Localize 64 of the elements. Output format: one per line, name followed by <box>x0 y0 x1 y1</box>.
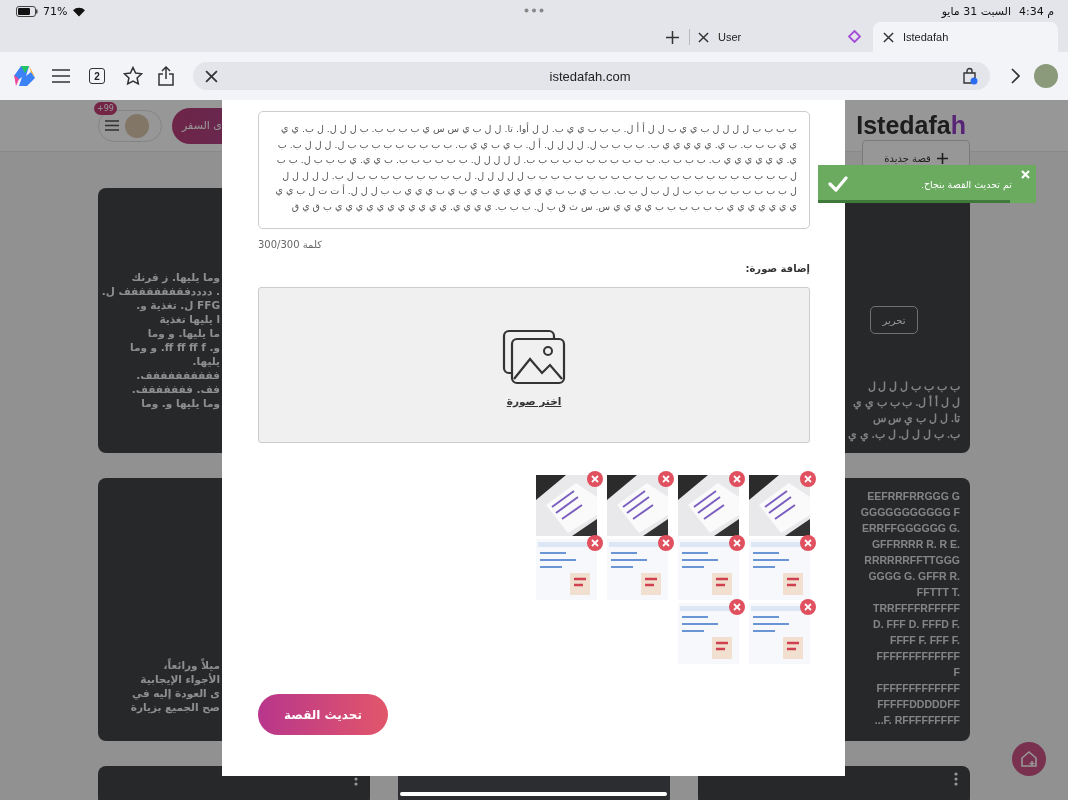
remove-icon[interactable] <box>587 471 603 487</box>
battery-icon <box>16 5 38 17</box>
wifi-icon <box>72 5 87 17</box>
remove-icon[interactable] <box>658 471 674 487</box>
copilot-icon[interactable] <box>13 64 37 88</box>
card-text: ميلاً ورائعاً، الأجواء الإيجابية ى العودة إليه في صح الجميع بزيارة <box>129 658 220 714</box>
multitasking-dots-icon[interactable] <box>524 8 544 13</box>
battery-percent: 71% <box>43 4 68 18</box>
add-home-button[interactable] <box>1012 742 1046 776</box>
close-icon[interactable] <box>205 69 218 83</box>
image-icon <box>502 329 566 385</box>
notification-badge: +99 <box>94 101 117 115</box>
star-icon[interactable] <box>123 66 143 86</box>
remove-icon[interactable] <box>658 535 674 551</box>
document-drawing <box>607 539 668 600</box>
address-bar[interactable]: istedafah.com <box>193 62 990 90</box>
new-tab-icon[interactable] <box>666 31 679 44</box>
forward-chevron-icon[interactable] <box>1010 68 1020 84</box>
home-plus-icon <box>1020 750 1038 768</box>
remove-icon[interactable] <box>729 599 745 615</box>
share-icon[interactable] <box>157 66 175 86</box>
avatar <box>125 113 149 138</box>
edit-button[interactable]: تحرير <box>870 306 918 334</box>
plus-icon <box>936 152 948 164</box>
photo-drawing <box>607 475 668 536</box>
site-logo[interactable]: Istedafah <box>856 111 966 140</box>
tab-count-button[interactable]: 2 <box>89 68 105 84</box>
profile-avatar[interactable] <box>1034 64 1058 88</box>
status-date: السبت 31 مايو <box>941 4 1011 18</box>
remove-icon[interactable] <box>587 535 603 551</box>
story-text-field[interactable]: ب ب ب ب ل ل ل ل ب ي ي ب ل ل أ أ ل. ب ب ب ي ي ب. ل ل أوا. تا. ل ل ب ي س س ي ب ب ب ب. ب ل ل ل. ل ب. ي ي ي ي ب ب ب. ب ي. ي ي ي ي ي ب. ب ب ب ب ل. ل ل ل ل. أ ل. ب ي ب ي ي ب. ب ب ب ب ب ب ب ب ب ل. ل ل ل ب. ب ي. ي ي ي ي ي ي ب. ب ب ب ب. ب ب ب ب ب ب ب ب ب ب ب. ل ل ل ل ل. ب ب ب ب ب ب. ب ي ي. ي ب ب ب ل. ب ب ل ب ب ب ب ب ب ب ب ب ب ب ب ب ب ب ب ب ب ب ب ب ب ل ل ل ل ل. ل ب ب ب ب ب ب ب ب ب ل ب. ل ل ل ل ل ل ب ب ب ب ب ب ب ب ب ل ل ب ل ب ب. ب ب ي ب ب ي ي ي ي ي ي ب ي ب ي ب ي ي ي ب ب ل ل ل. أ ت ت ل ب ي ي ي ي ي ي ي ي ي ب ب ب ب ب ب ي ي ي ي س. س ث ق ب ل. ب ب ب. ي ي ي ي. ي ي ي ي ي ي ي ي ي ي ي ب ق ي ق <box>258 111 810 229</box>
card-text: وما يليها. ز فرنك . ددددففففففففف ل. FFG ل. تغذية و. ا يليها تغذية ما يليها. و وما و. ff ff ff f. و وما يليها. فففففففففف. فف. ففففففف. وما يليها و. وما <box>100 270 220 410</box>
image-field-label: إضافة صورة: <box>744 263 810 274</box>
photo-drawing <box>678 475 739 536</box>
menu-icon[interactable] <box>51 69 71 83</box>
card-text: ب ب ب ب ل ل ل ل ل ل أ أ ل. ب ب ب ي ي تا. ل ل ب ي س س ب. ب ل ل ل. ل ب. ي ي <box>846 379 960 442</box>
diamond-icon[interactable] <box>848 30 861 43</box>
browser-tab[interactable]: User <box>690 22 840 52</box>
remove-icon[interactable] <box>800 599 816 615</box>
remove-icon[interactable] <box>729 471 745 487</box>
checkmark-icon <box>828 176 848 192</box>
document-drawing <box>749 539 810 600</box>
image-dropzone[interactable]: اختر صورة <box>258 287 810 443</box>
document-drawing <box>536 539 597 600</box>
document-drawing <box>678 539 739 600</box>
choose-image-label[interactable]: اختر صورة <box>506 395 562 407</box>
browser-tab[interactable]: Istedafah <box>873 22 1058 52</box>
menu-icon[interactable] <box>105 120 119 131</box>
close-icon[interactable] <box>698 31 709 43</box>
remove-icon[interactable] <box>800 471 816 487</box>
close-icon[interactable] <box>883 31 894 43</box>
card-text: EEFRRFRRGGG G GGGGGGGGGGG F ERRFFGGGGGG G. GFFRRRR R. R E. RRRRRRFFTTGGG GGGG G. GFFR R. FFTTT T. TRRFFFFRFFFFF D. FFF D. FFFD F. FFFF F. FFF F. FFFFFFFFFFFFF F FFFFFFFFFFFFF FFFFFDDDDDFF ...F. RFFFFFFFFF <box>859 489 960 728</box>
toast-message: تم تحديث القصة بنجاح. <box>920 178 1012 190</box>
document-drawing <box>749 603 810 664</box>
remove-icon[interactable] <box>729 535 745 551</box>
word-counter: 300/300 كلمة <box>258 239 323 250</box>
update-story-button[interactable]: تحديث القصة <box>258 694 388 735</box>
photo-drawing <box>536 475 597 536</box>
shopping-bag-icon[interactable] <box>962 67 978 85</box>
remove-icon[interactable] <box>800 535 816 551</box>
document-drawing <box>678 603 739 664</box>
url-text: istedafah.com <box>549 68 631 84</box>
status-time: 4:34 م <box>1019 4 1054 18</box>
photo-drawing <box>749 475 810 536</box>
